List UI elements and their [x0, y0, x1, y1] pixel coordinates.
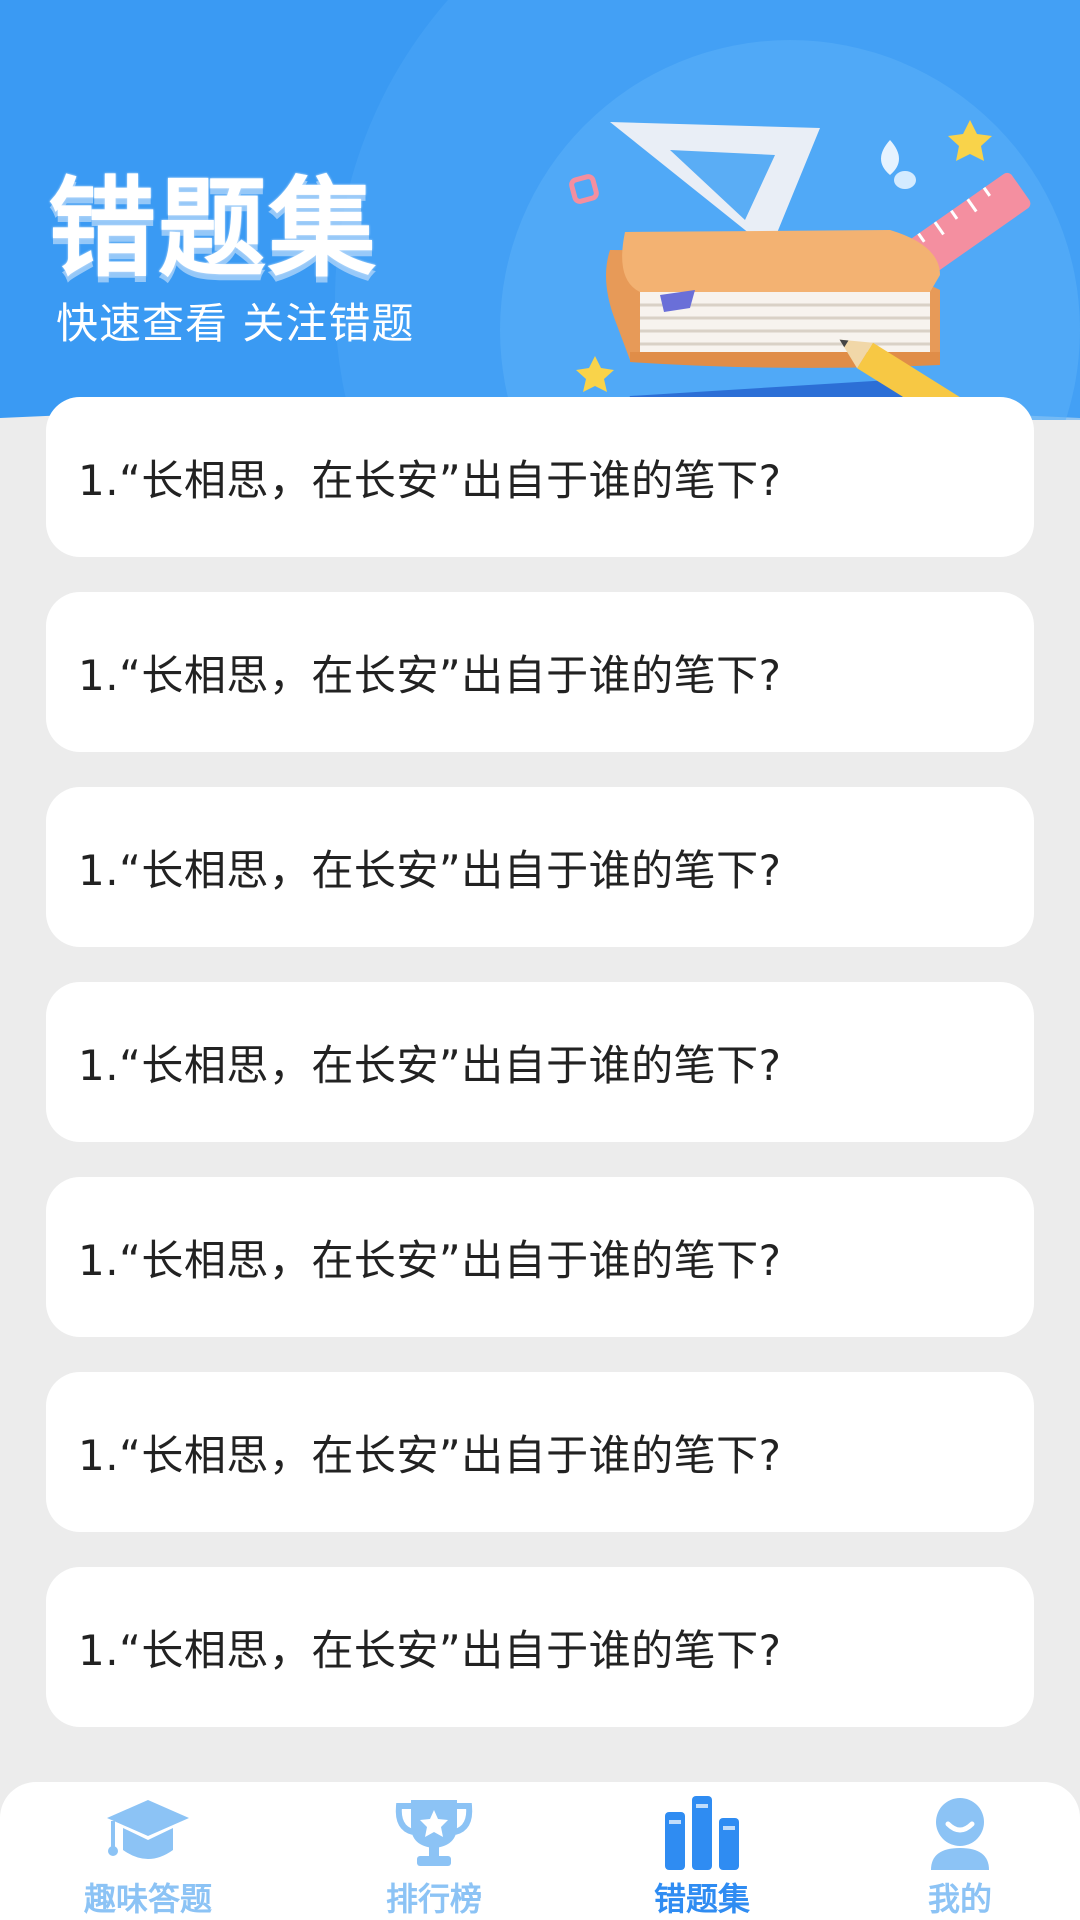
tab-leaderboard-label: 排行榜 — [385, 1880, 482, 1918]
question-card[interactable]: 1.“长相思，在长安”出自于谁的笔下? — [46, 787, 1034, 947]
question-card[interactable]: 1.“长相思，在长安”出自于谁的笔下? — [46, 592, 1034, 752]
tab-profile[interactable]: 我的 — [860, 1782, 1060, 1920]
question-text: 1.“长相思，在长安”出自于谁的笔下? — [78, 1625, 782, 1675]
books-icon — [665, 1796, 739, 1870]
question-text: 1.“长相思，在长安”出自于谁的笔下? — [78, 1235, 782, 1285]
bottom-nav: 趣味答题 排行榜 错题集 我的 — [0, 1782, 1080, 1920]
question-text: 1.“长相思，在长安”出自于谁的笔下? — [78, 455, 782, 505]
page-title: 错题集 — [48, 167, 379, 292]
question-list: 1.“长相思，在长安”出自于谁的笔下? 1.“长相思，在长安”出自于谁的笔下? 1.… — [46, 397, 1034, 1762]
tab-wrong-questions[interactable]: 错题集 — [602, 1782, 802, 1920]
question-card[interactable]: 1.“长相思，在长安”出自于谁的笔下? — [46, 1177, 1034, 1337]
question-card[interactable]: 1.“长相思，在长安”出自于谁的笔下? — [46, 1567, 1034, 1727]
tab-profile-label: 我的 — [927, 1880, 992, 1918]
graduation-cap-icon — [107, 1800, 189, 1859]
tab-fun-quiz-label: 趣味答题 — [83, 1880, 212, 1918]
trophy-icon — [395, 1800, 473, 1866]
header-banner: 错题集 快速查看 关注错题 — [0, 0, 1080, 420]
tab-wrong-questions-label: 错题集 — [653, 1880, 750, 1918]
question-text: 1.“长相思，在长安”出自于谁的笔下? — [78, 1430, 782, 1480]
question-card[interactable]: 1.“长相思，在长安”出自于谁的笔下? — [46, 982, 1034, 1142]
question-text: 1.“长相思，在长安”出自于谁的笔下? — [78, 650, 782, 700]
question-card[interactable]: 1.“长相思，在长安”出自于谁的笔下? — [46, 397, 1034, 557]
tab-fun-quiz[interactable]: 趣味答题 — [48, 1782, 248, 1920]
tab-leaderboard[interactable]: 排行榜 — [334, 1782, 534, 1920]
user-icon — [931, 1798, 989, 1870]
question-text: 1.“长相思，在长安”出自于谁的笔下? — [78, 845, 782, 895]
question-text: 1.“长相思，在长安”出自于谁的笔下? — [78, 1040, 782, 1090]
question-card[interactable]: 1.“长相思，在长安”出自于谁的笔下? — [46, 1372, 1034, 1532]
book-ruler-pencil-illustration — [569, 120, 1031, 420]
page-subtitle: 快速查看 关注错题 — [56, 299, 415, 348]
